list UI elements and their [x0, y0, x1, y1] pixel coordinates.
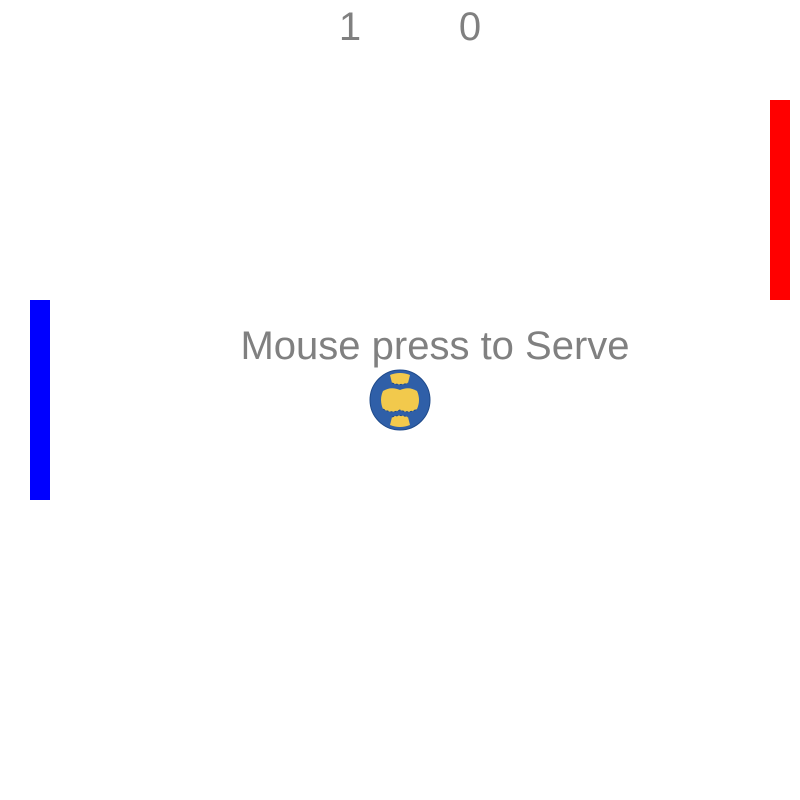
soccer-ball-icon: [369, 369, 431, 431]
left-player-score: 1: [338, 5, 362, 49]
ball-panel-center: [381, 388, 419, 412]
right-player-score: 0: [458, 5, 482, 49]
right-paddle: [770, 100, 790, 300]
serve-prompt: Mouse press to Serve: [240, 324, 630, 368]
ball-panel-top: [390, 373, 410, 385]
game-canvas[interactable]: 1 0 Mouse press to Serve: [0, 0, 800, 800]
ball-panel-bottom: [390, 415, 410, 427]
